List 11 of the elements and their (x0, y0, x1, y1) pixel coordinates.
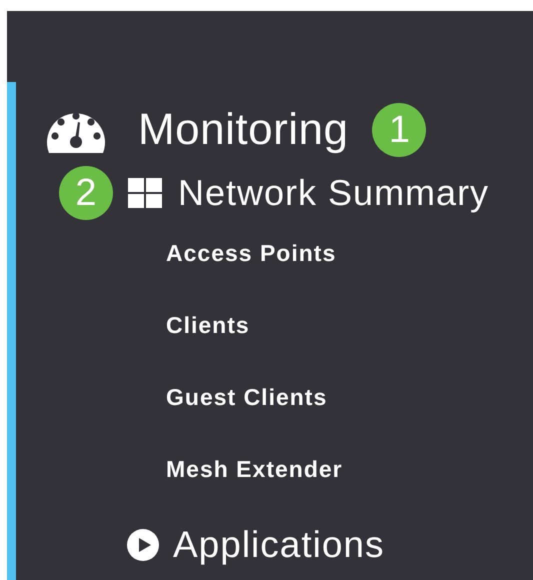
menu-item[interactable]: Mesh Extender (16, 449, 533, 489)
step-badge: 1 (372, 103, 426, 157)
step-badge: 2 (59, 166, 113, 220)
menu-item[interactable]: Access Points (16, 233, 533, 273)
menu-item[interactable]: Clients (16, 305, 533, 345)
menu-item[interactable]: Guest Clients (16, 377, 533, 417)
menu-group[interactable]: Network Summary (178, 172, 490, 214)
grid-icon (128, 178, 162, 208)
menu-section[interactable]: Monitoring (138, 105, 348, 155)
menu-section[interactable]: Applications (173, 524, 385, 566)
play-circle-icon (127, 529, 159, 561)
